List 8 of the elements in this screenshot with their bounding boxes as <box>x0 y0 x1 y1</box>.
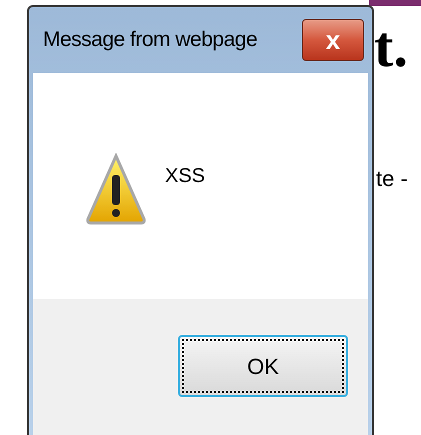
close-button[interactable]: x <box>302 19 364 61</box>
warning-icon <box>85 153 147 225</box>
page-text: te - <box>376 166 408 192</box>
message-text: XSS <box>165 164 206 189</box>
ok-button[interactable]: OK <box>178 335 348 397</box>
dialog-title: Message from webpage <box>43 27 258 54</box>
accent-bar <box>369 0 421 6</box>
page-heading: t. <box>374 13 408 81</box>
